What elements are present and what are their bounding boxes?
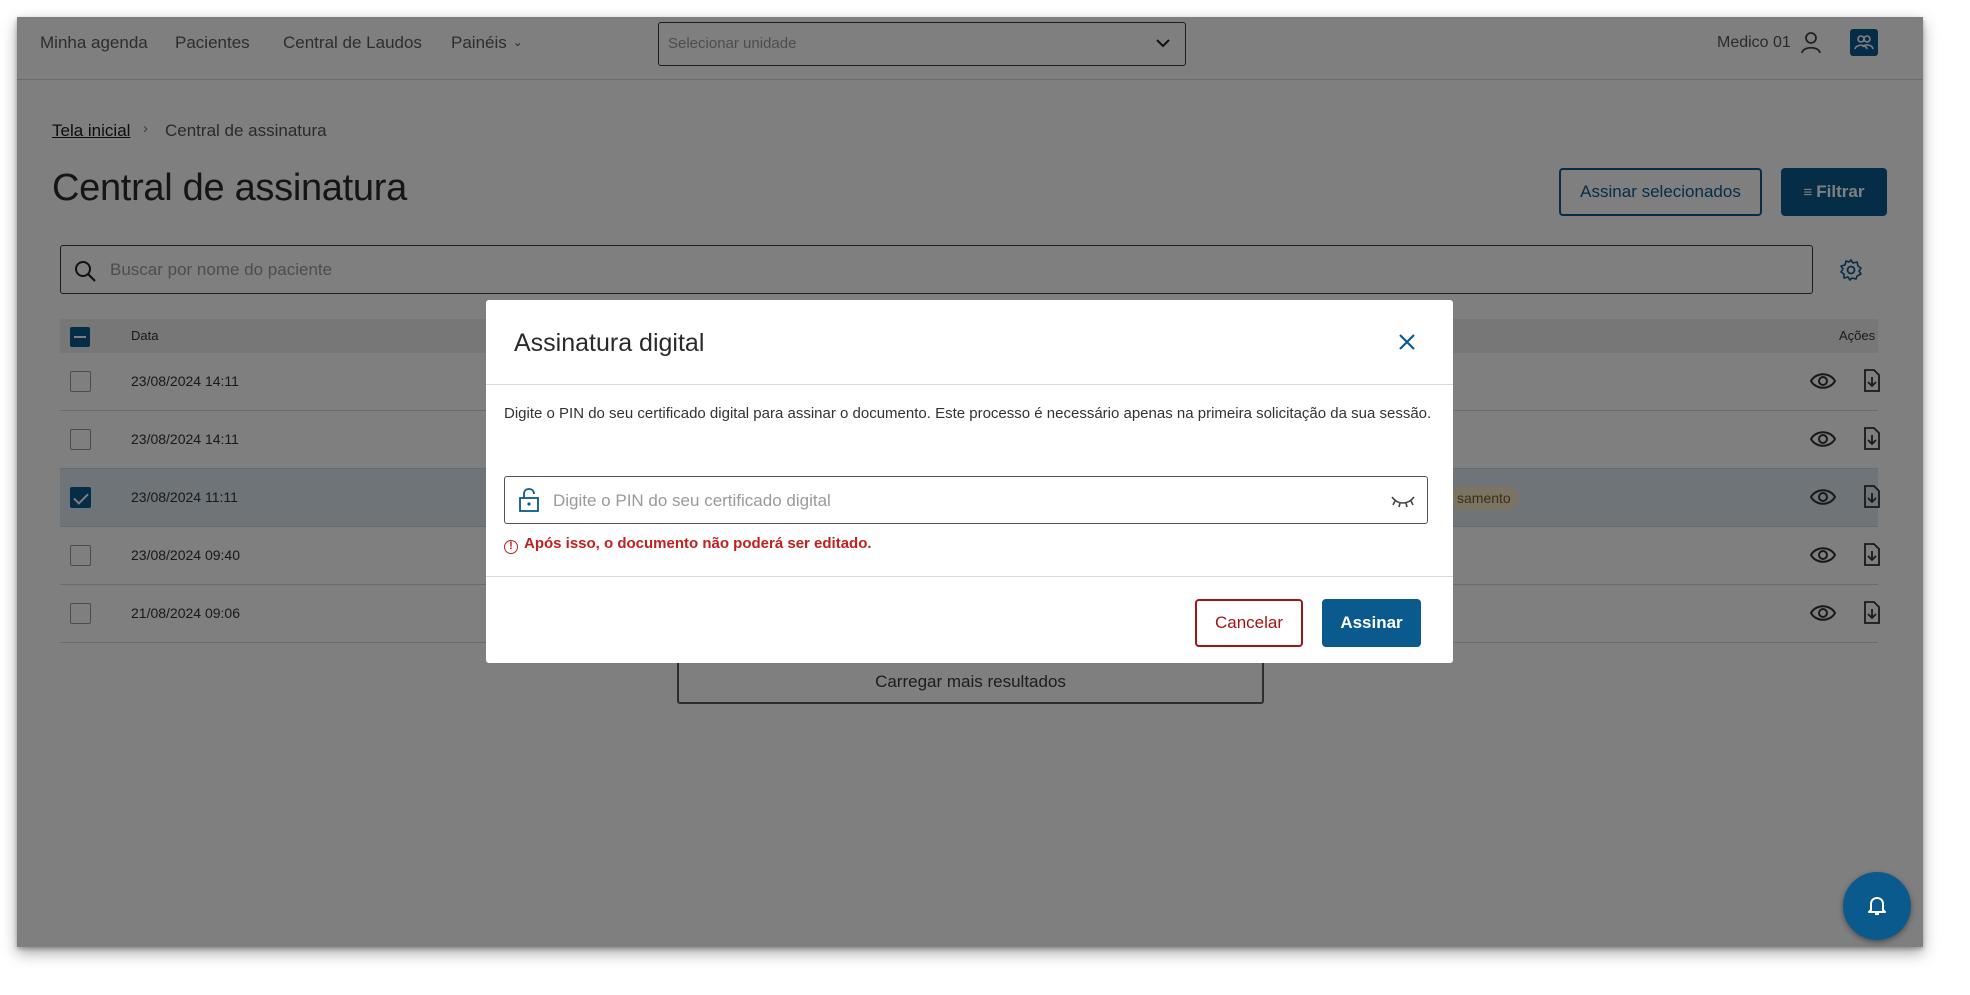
app-window: Minha agenda Pacientes Central de Laudos… — [17, 17, 1923, 947]
eye-closed-icon[interactable] — [1390, 493, 1416, 509]
digital-signature-dialog: Assinatura digital Digite o PIN do seu c… — [486, 300, 1453, 663]
dialog-divider — [486, 384, 1453, 385]
dialog-divider — [486, 576, 1453, 577]
pin-warning-text: Após isso, o documento não poderá ser ed… — [524, 535, 872, 552]
sign-button[interactable]: Assinar — [1322, 599, 1421, 647]
close-icon[interactable] — [1397, 332, 1417, 352]
bell-icon — [1868, 897, 1886, 915]
lock-icon — [519, 488, 539, 512]
pin-placeholder: Digite o PIN do seu certificado digital — [553, 491, 831, 510]
pin-input[interactable]: Digite o PIN do seu certificado digital — [504, 476, 1428, 524]
cancel-button[interactable]: Cancelar — [1195, 599, 1303, 647]
notifications-button[interactable] — [1843, 872, 1911, 940]
dialog-title: Assinatura digital — [514, 329, 705, 357]
dialog-description: Digite o PIN do seu certificado digital … — [504, 405, 1432, 422]
pin-warning: ! Após isso, o documento não poderá ser e… — [504, 535, 872, 554]
alert-circle-icon: ! — [504, 540, 518, 554]
